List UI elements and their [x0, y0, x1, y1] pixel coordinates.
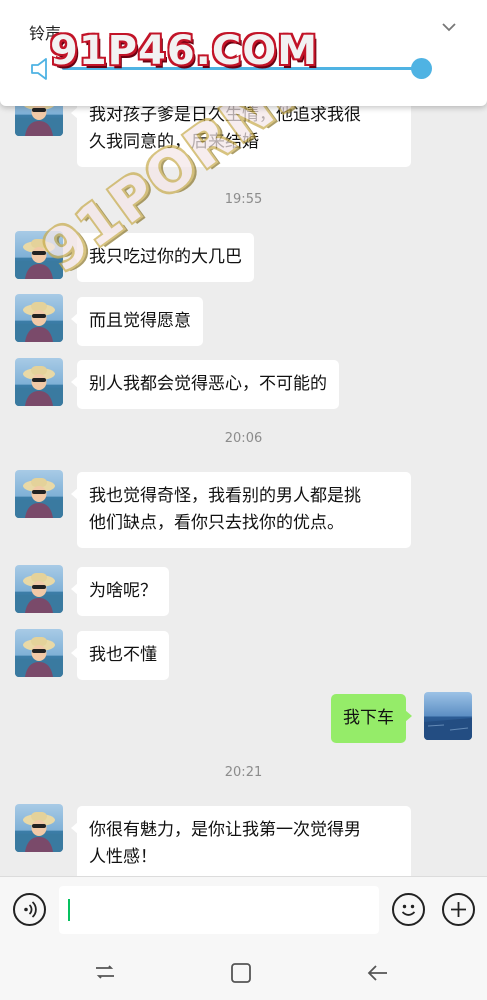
message-bubble-incoming[interactable]: 而且觉得愿意	[71, 297, 203, 346]
message-bubble-incoming[interactable]: 我只吃过你的大几巴	[71, 233, 254, 282]
message-text: 而且觉得愿意	[89, 311, 191, 331]
message-bubble-incoming[interactable]: 我也觉得奇怪，我看别的男人都是挑 他们缺点，看你只去找你的优点。	[71, 472, 411, 548]
chat-area: 我对孩子爹是日久生情，他追求我很 久我同意的，后来结婚 19:55 我只吃过你的…	[0, 0, 487, 876]
timestamp: 20:06	[224, 431, 263, 446]
recents-icon[interactable]	[93, 962, 117, 982]
message-text: 别人我都会觉得恶心，不可能的	[89, 374, 327, 394]
message-text: 为啥呢？	[89, 581, 157, 601]
message-bubble-incoming[interactable]: 我也不懂	[71, 631, 169, 680]
contact-avatar[interactable]	[15, 804, 63, 852]
back-icon[interactable]	[366, 962, 390, 984]
contact-avatar[interactable]	[15, 470, 63, 518]
top-watermark: 91P46.COM	[50, 28, 319, 74]
message-text: 他们缺点，看你只去找你的优点。	[89, 513, 344, 533]
message-text: 我也觉得奇怪，我看别的男人都是挑	[89, 486, 361, 506]
message-text: 我下车	[343, 708, 394, 728]
message-bubble-incoming[interactable]: 为啥呢？	[71, 567, 169, 616]
message-input[interactable]	[59, 886, 379, 934]
chevron-down-icon[interactable]	[440, 18, 458, 36]
contact-avatar[interactable]	[15, 294, 63, 342]
message-bubble-incoming[interactable]: 别人我都会觉得恶心，不可能的	[71, 360, 339, 409]
timestamp: 19:55	[224, 192, 263, 207]
message-text: 你很有魅力，是你让我第一次觉得男	[89, 820, 361, 840]
message-text: 我对孩子爹是日久生情，他追求我很	[89, 105, 361, 125]
message-text: 我只吃过你的大几巴	[89, 247, 242, 267]
chat-input-bar	[0, 876, 487, 942]
emoji-icon[interactable]	[392, 893, 425, 926]
contact-avatar[interactable]	[15, 231, 63, 279]
message-bubble-outgoing[interactable]: 我下车	[331, 694, 412, 743]
home-icon[interactable]	[230, 962, 252, 984]
contact-avatar[interactable]	[15, 358, 63, 406]
message-bubble-incoming[interactable]: 你很有魅力，是你让我第一次觉得男 人性感！	[71, 806, 411, 876]
text-caret	[68, 899, 70, 921]
voice-icon[interactable]	[13, 893, 46, 926]
message-text: 人性感！	[89, 847, 157, 867]
system-nav-bar	[0, 942, 487, 1000]
contact-avatar[interactable]	[15, 629, 63, 677]
volume-slider-thumb[interactable]	[411, 58, 432, 79]
message-text: 久我同意的，后来结婚	[89, 132, 259, 152]
self-avatar[interactable]	[424, 692, 472, 740]
timestamp: 20:21	[224, 765, 263, 780]
message-text: 我也不懂	[89, 645, 157, 665]
plus-icon[interactable]	[442, 893, 475, 926]
contact-avatar[interactable]	[15, 565, 63, 613]
